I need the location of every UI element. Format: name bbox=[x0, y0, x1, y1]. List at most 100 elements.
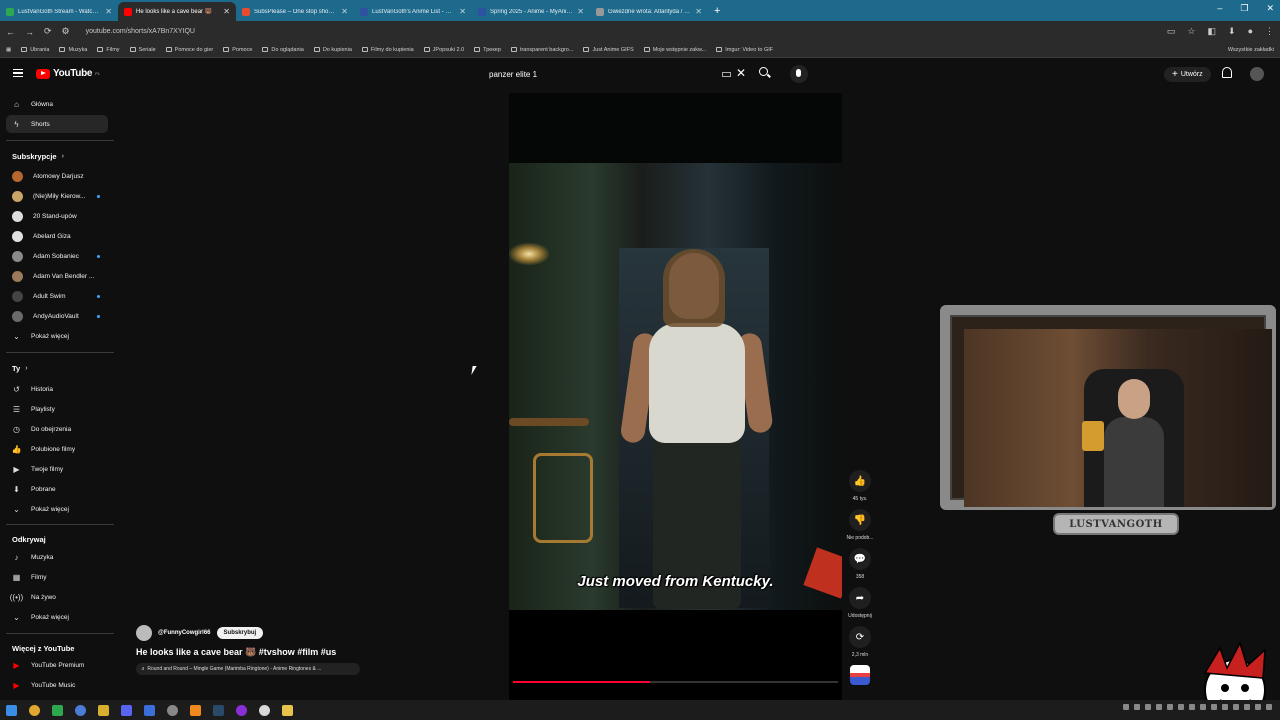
site-info-icon[interactable]: ⚙ bbox=[62, 26, 70, 37]
bookmark-item[interactable]: Filmy do kupienia bbox=[361, 47, 414, 53]
video-progress-bar[interactable] bbox=[513, 681, 838, 683]
back-icon[interactable]: ← bbox=[6, 27, 15, 37]
close-window-icon[interactable]: ✕ bbox=[1266, 3, 1274, 14]
create-button[interactable]: + Utwórz bbox=[1164, 67, 1211, 82]
channel-avatar[interactable] bbox=[136, 625, 152, 641]
browser-tab[interactable]: Spring 2025 - Anime - MyAnim... ✕ bbox=[472, 2, 590, 21]
sidebar-item-history[interactable]: ↺ Historia bbox=[6, 380, 108, 398]
tab-close-icon[interactable]: ✕ bbox=[577, 7, 584, 16]
app-icon-2[interactable] bbox=[144, 704, 155, 716]
sidebar-item-subscription[interactable]: AndyAudioVault bbox=[6, 307, 108, 325]
minimize-icon[interactable]: – bbox=[1217, 3, 1222, 14]
browser-tab[interactable]: LustVanGoth Stream - Watch Li... ✕ bbox=[0, 2, 118, 21]
sidebar-item-watch-later[interactable]: ◷ Do obejrzenia bbox=[6, 420, 108, 438]
subscribe-button[interactable]: Subskrybuj bbox=[216, 627, 264, 639]
bookmark-item[interactable]: Imgur: Video to GIF bbox=[716, 47, 773, 53]
menu-icon[interactable]: ⋮ bbox=[1265, 26, 1274, 37]
short-title[interactable]: He looks like a cave bear 🐻 #tvshow #fil… bbox=[136, 647, 336, 658]
sidebar-item-subscription[interactable]: Atomowy Darjusz bbox=[6, 167, 108, 185]
maximize-icon[interactable]: ❐ bbox=[1240, 3, 1248, 14]
hamburger-menu-icon[interactable] bbox=[13, 69, 23, 77]
start-icon[interactable] bbox=[6, 704, 17, 716]
bookmark-item[interactable]: Pomoce do gier bbox=[165, 47, 213, 53]
share-button[interactable]: ➦ Udostępnij bbox=[847, 587, 873, 619]
bookmark-item[interactable]: JPopsuki 2.0 bbox=[423, 47, 464, 53]
sidebar-item-subscription[interactable]: Adam Sobaniec bbox=[6, 247, 108, 265]
bookmark-item[interactable]: Do kupienia bbox=[313, 47, 352, 53]
search-icon[interactable] bbox=[759, 67, 768, 76]
bookmark-star-icon[interactable]: ☆ bbox=[1187, 26, 1195, 37]
apps-icon[interactable]: ▦ bbox=[6, 47, 11, 53]
dislike-button[interactable]: 👎 Nie podob... bbox=[847, 509, 873, 541]
channel-name[interactable]: @FunnyCowgirl66 bbox=[158, 630, 211, 636]
obs-icon[interactable] bbox=[167, 704, 178, 716]
browser-tab[interactable]: Gwiezdne wrota: Atlantyda / S... ✕ bbox=[590, 2, 708, 21]
new-tab-button[interactable]: + bbox=[714, 5, 720, 17]
reload-icon[interactable]: ⟳ bbox=[44, 26, 52, 37]
sidebar-show-more-explore[interactable]: ⌄ Pokaż więcej bbox=[6, 608, 108, 626]
download-icon[interactable]: ⬇ bbox=[1228, 26, 1236, 37]
browser-tab[interactable]: SubsPlease – One stop shop fo... ✕ bbox=[236, 2, 354, 21]
folder-icon[interactable] bbox=[282, 704, 293, 716]
chrome-icon[interactable] bbox=[29, 704, 40, 716]
sidebar-item-your-videos[interactable]: ▶ Twoje filmy bbox=[6, 460, 108, 478]
comments-button[interactable]: 💬 358 bbox=[847, 548, 873, 580]
tab-close-icon[interactable]: ✕ bbox=[341, 7, 348, 16]
bookmark-item[interactable]: Do oglądania bbox=[262, 47, 304, 53]
extension-icon[interactable]: ◧ bbox=[1208, 26, 1217, 37]
like-button[interactable]: 👍 45 tys. bbox=[847, 470, 873, 502]
tab-close-icon[interactable]: ✕ bbox=[105, 7, 112, 16]
terminal-icon[interactable] bbox=[52, 704, 63, 716]
browser-tab[interactable]: He looks like a cave bear 🐻 ✕ bbox=[118, 2, 236, 21]
sidebar-show-more-you[interactable]: ⌄ Pokaż więcej bbox=[6, 500, 108, 518]
clear-search-icon[interactable]: ✕ bbox=[736, 66, 746, 80]
sidebar-item-shorts[interactable]: ϟ Shorts bbox=[6, 115, 108, 133]
sidebar-item-live[interactable]: ((•)) Na żywo bbox=[6, 588, 108, 606]
keyboard-icon[interactable] bbox=[722, 72, 731, 77]
sidebar-item-subscription[interactable]: Abelard Giza bbox=[6, 227, 108, 245]
bookmark-item[interactable]: Pomoce bbox=[223, 47, 252, 53]
bookmark-item[interactable]: Just Anime GIFS bbox=[583, 47, 634, 53]
sidebar-item-music[interactable]: ♪ Muzyka bbox=[6, 548, 108, 566]
sidebar-item-playlist[interactable]: ☰ Playlisty bbox=[6, 400, 108, 418]
sidebar-show-more-subscriptions[interactable]: ⌄ Pokaż więcej bbox=[6, 327, 108, 345]
notifications-bell-icon[interactable] bbox=[1222, 67, 1232, 78]
app-icon-4[interactable] bbox=[259, 704, 270, 716]
microphone-icon[interactable] bbox=[790, 65, 808, 83]
bookmark-item[interactable]: transparent backgro... bbox=[510, 47, 573, 53]
bookmark-item[interactable]: Muzyka bbox=[59, 47, 87, 53]
sidebar-you-heading[interactable]: Ty › bbox=[12, 364, 28, 373]
remix-button[interactable]: ⟳ 2,3 mln bbox=[847, 626, 873, 658]
all-bookmarks[interactable]: Wszystkie zakładki bbox=[1225, 47, 1274, 53]
url-field[interactable]: youtube.com/shorts/xA7Bn7XYIQU bbox=[86, 28, 195, 35]
sidebar-item-like[interactable]: 👍 Polubione filmy bbox=[6, 440, 108, 458]
search-input[interactable]: panzer elite 1 bbox=[484, 66, 750, 83]
bookmark-item[interactable]: Filmy bbox=[97, 47, 120, 53]
discord-icon[interactable] bbox=[121, 704, 132, 716]
cast-icon[interactable]: ▭ bbox=[1167, 26, 1176, 37]
forward-icon[interactable]: → bbox=[25, 27, 34, 37]
sidebar-item-download[interactable]: ⬇ Pobrane bbox=[6, 480, 108, 498]
app-icon[interactable] bbox=[98, 704, 109, 716]
sidebar-item-home[interactable]: ⌂ Główna bbox=[6, 95, 108, 113]
profile-icon[interactable]: ● bbox=[1248, 26, 1253, 37]
sidebar-item-youtube-product[interactable]: ▶ YouTube Premium bbox=[6, 656, 108, 674]
youtube-logo[interactable]: YouTube PL bbox=[36, 68, 100, 79]
bookmark-item[interactable]: Ubrania bbox=[21, 47, 49, 53]
sidebar-subscriptions-heading[interactable]: Subskrypcje › bbox=[12, 152, 64, 161]
account-avatar[interactable] bbox=[1250, 67, 1264, 81]
sidebar-item-subscription[interactable]: Adam Van Bendler ... bbox=[6, 267, 108, 285]
sidebar-item-subscription[interactable]: 20 Stand-upów bbox=[6, 207, 108, 225]
steam-icon[interactable] bbox=[213, 704, 224, 716]
tab-close-icon[interactable]: ✕ bbox=[695, 7, 702, 16]
app-icon-3[interactable] bbox=[236, 704, 247, 716]
music-track-link[interactable]: ♬ Round and Round – Mingle Game (Marimba… bbox=[136, 663, 360, 675]
bookmark-item[interactable]: Трекер bbox=[474, 47, 501, 53]
short-video-player[interactable]: Just moved from Kentucky. bbox=[509, 93, 842, 610]
sidebar-item-subscription[interactable]: (Nie)Miły Kierow... bbox=[6, 187, 108, 205]
bookmark-item[interactable]: Moje wstępnie zakw... bbox=[643, 47, 706, 53]
tab-close-icon[interactable]: ✕ bbox=[223, 7, 230, 16]
tab-close-icon[interactable]: ✕ bbox=[459, 7, 466, 16]
vlc-icon[interactable] bbox=[190, 704, 201, 716]
sidebar-item-youtube-product[interactable]: ▶ YouTube Music bbox=[6, 676, 108, 694]
